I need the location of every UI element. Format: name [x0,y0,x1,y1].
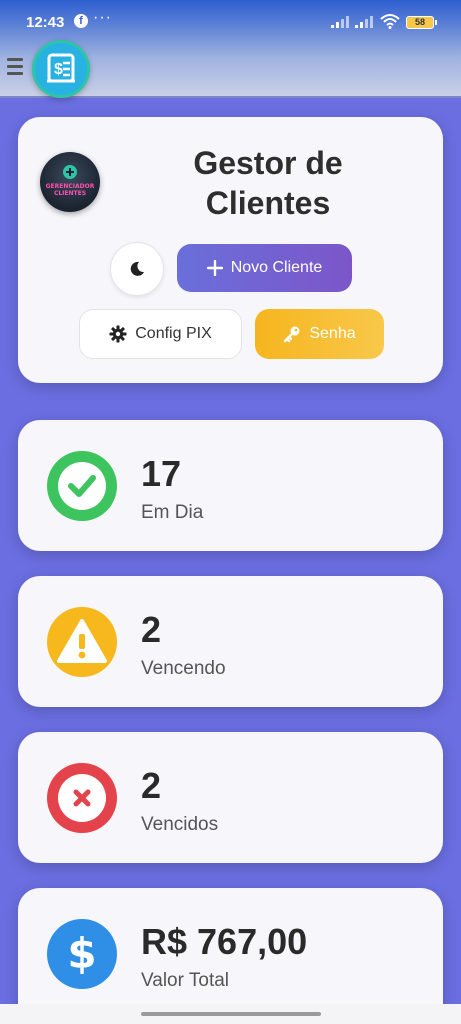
stat-card-em-dia[interactable]: 17 Em Dia [18,420,443,551]
new-client-button[interactable]: Novo Cliente [177,244,352,292]
brand-avatar-text: GERENCIADOR [46,183,95,190]
signal-icon [331,16,349,28]
key-icon [284,326,300,343]
stat-card-vencendo[interactable]: 2 Vencendo [18,576,443,707]
home-indicator[interactable] [141,1012,321,1016]
stat-label: Valor Total [141,970,230,991]
stat-label: Vencidos [141,814,219,835]
svg-text:$: $ [54,61,63,78]
stat-card-vencidos[interactable]: 2 Vencidos [18,732,443,863]
stat-value: 17 [141,453,182,494]
more-notifications-icon: ··· [93,9,112,26]
invoice-icon: $ [47,53,75,83]
status-time: 12:43 [26,14,65,31]
menu-icon[interactable] [7,58,23,78]
wifi-icon [380,14,400,29]
battery-icon: 58 [406,16,437,29]
dollar-icon: $ [47,919,117,989]
password-button[interactable]: Senha [255,309,384,359]
password-label: Senha [309,325,356,342]
config-pix-label: Config PIX [135,325,212,342]
plus-icon [206,260,223,276]
theme-toggle-button[interactable] [110,242,164,296]
stat-label: Vencendo [141,658,226,679]
stat-label: Em Dia [141,502,204,523]
svg-text:CLIENTES: CLIENTES [54,190,86,197]
new-client-label: Novo Cliente [230,259,323,276]
page-title: Gestor de Clientes [193,145,343,221]
stat-value: 2 [141,765,162,806]
brand-avatar: GERENCIADOR CLIENTES [40,152,100,212]
header-card: GERENCIADOR CLIENTES Gestor de Clientes … [18,117,443,383]
app-bar: 12:43 f ··· 58 $ [0,0,461,98]
config-pix-button[interactable]: Config PIX [79,309,242,359]
check-circle-icon [47,451,117,521]
moon-icon [130,261,144,276]
gear-icon [109,325,127,343]
stat-value: R$ 767,00 [141,921,308,962]
app-logo[interactable]: $ [32,40,90,98]
status-bar: 12:43 f ··· 58 [0,0,461,44]
warning-triangle-icon [47,607,117,677]
facebook-icon: f [74,14,88,28]
stat-value: 2 [141,609,162,650]
close-circle-icon [47,763,117,833]
signal-icon [355,16,373,28]
svg-text:$: $ [67,929,96,978]
